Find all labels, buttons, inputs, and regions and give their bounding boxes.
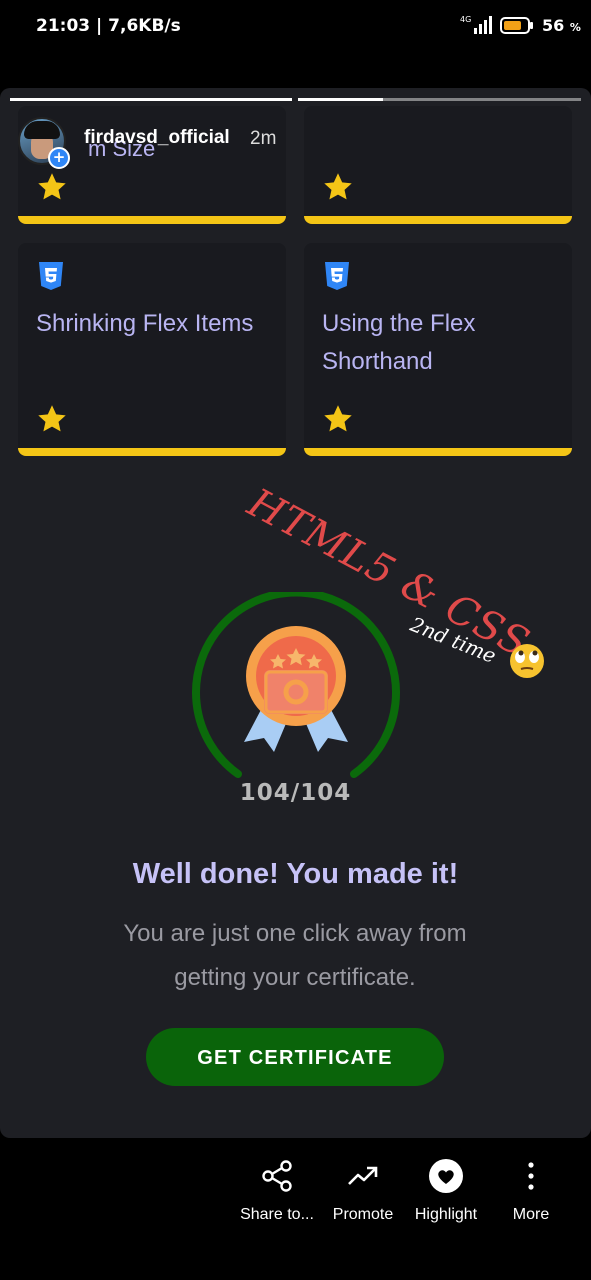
lesson-card-title: Using the Flex Shorthand: [322, 310, 476, 375]
story-progress-segment-2: [298, 98, 581, 101]
completion-count: 104/104: [239, 780, 352, 806]
add-story-plus-icon[interactable]: +: [48, 147, 70, 169]
status-time-speed: 21:03 | 7,6KB/s: [36, 16, 181, 36]
css3-icon: [39, 262, 63, 290]
eye-roll-emoji-icon: [510, 644, 544, 678]
trend-up-icon: [348, 1166, 378, 1185]
more-button[interactable]: More: [508, 1158, 554, 1224]
share-to-label: Share to...: [240, 1206, 314, 1223]
more-vertical-icon: [528, 1162, 534, 1190]
lesson-card-flex-shorthand[interactable]: Using the Flex Shorthand: [304, 243, 572, 456]
css3-icon: [325, 262, 349, 290]
promote-label: Promote: [332, 1206, 394, 1223]
lesson-card-title: Shrinking Flex Items: [36, 310, 254, 337]
status-bar: 21:03 | 7,6KB/s 4G 56 %: [0, 0, 591, 52]
lesson-card-shrinking-flex-items[interactable]: Shrinking Flex Items: [18, 243, 286, 456]
completion-subtext: You are just one click away from getting…: [123, 920, 467, 991]
get-certificate-button[interactable]: GET CERTIFICATE: [146, 1028, 444, 1086]
lesson-card-partial-right[interactable]: [304, 106, 572, 224]
battery-icon: [500, 17, 533, 34]
battery-level: 56 %: [542, 16, 581, 35]
star-icon: [38, 173, 66, 200]
story-viewer[interactable]: m Size Shrinking Flex Items Using the Fl…: [0, 88, 591, 1138]
highlight-button[interactable]: Highlight: [408, 1158, 484, 1224]
star-icon: [324, 405, 352, 432]
network-type-label: 4G: [460, 15, 471, 24]
story-timestamp: 2m: [250, 128, 277, 149]
completion-headline: Well done! You made it!: [132, 858, 459, 890]
star-icon: [324, 173, 352, 200]
share-to-button[interactable]: Share to...: [237, 1158, 317, 1224]
story-username[interactable]: firdavsd_official: [84, 127, 230, 149]
promote-button[interactable]: Promote: [326, 1158, 400, 1224]
signal-icon: 4G: [460, 15, 492, 34]
story-progress-segment-1: [10, 98, 292, 101]
certificate-badge-progress-ring: [192, 592, 400, 778]
more-label: More: [512, 1206, 550, 1223]
heart-circle-icon: [429, 1159, 463, 1193]
star-icon: [38, 405, 66, 432]
highlight-label: Highlight: [414, 1206, 478, 1223]
share-icon: [262, 1160, 292, 1192]
story-action-bar: Share to... Promote Highlight More: [0, 1140, 591, 1280]
award-ribbon-icon: [244, 626, 348, 752]
